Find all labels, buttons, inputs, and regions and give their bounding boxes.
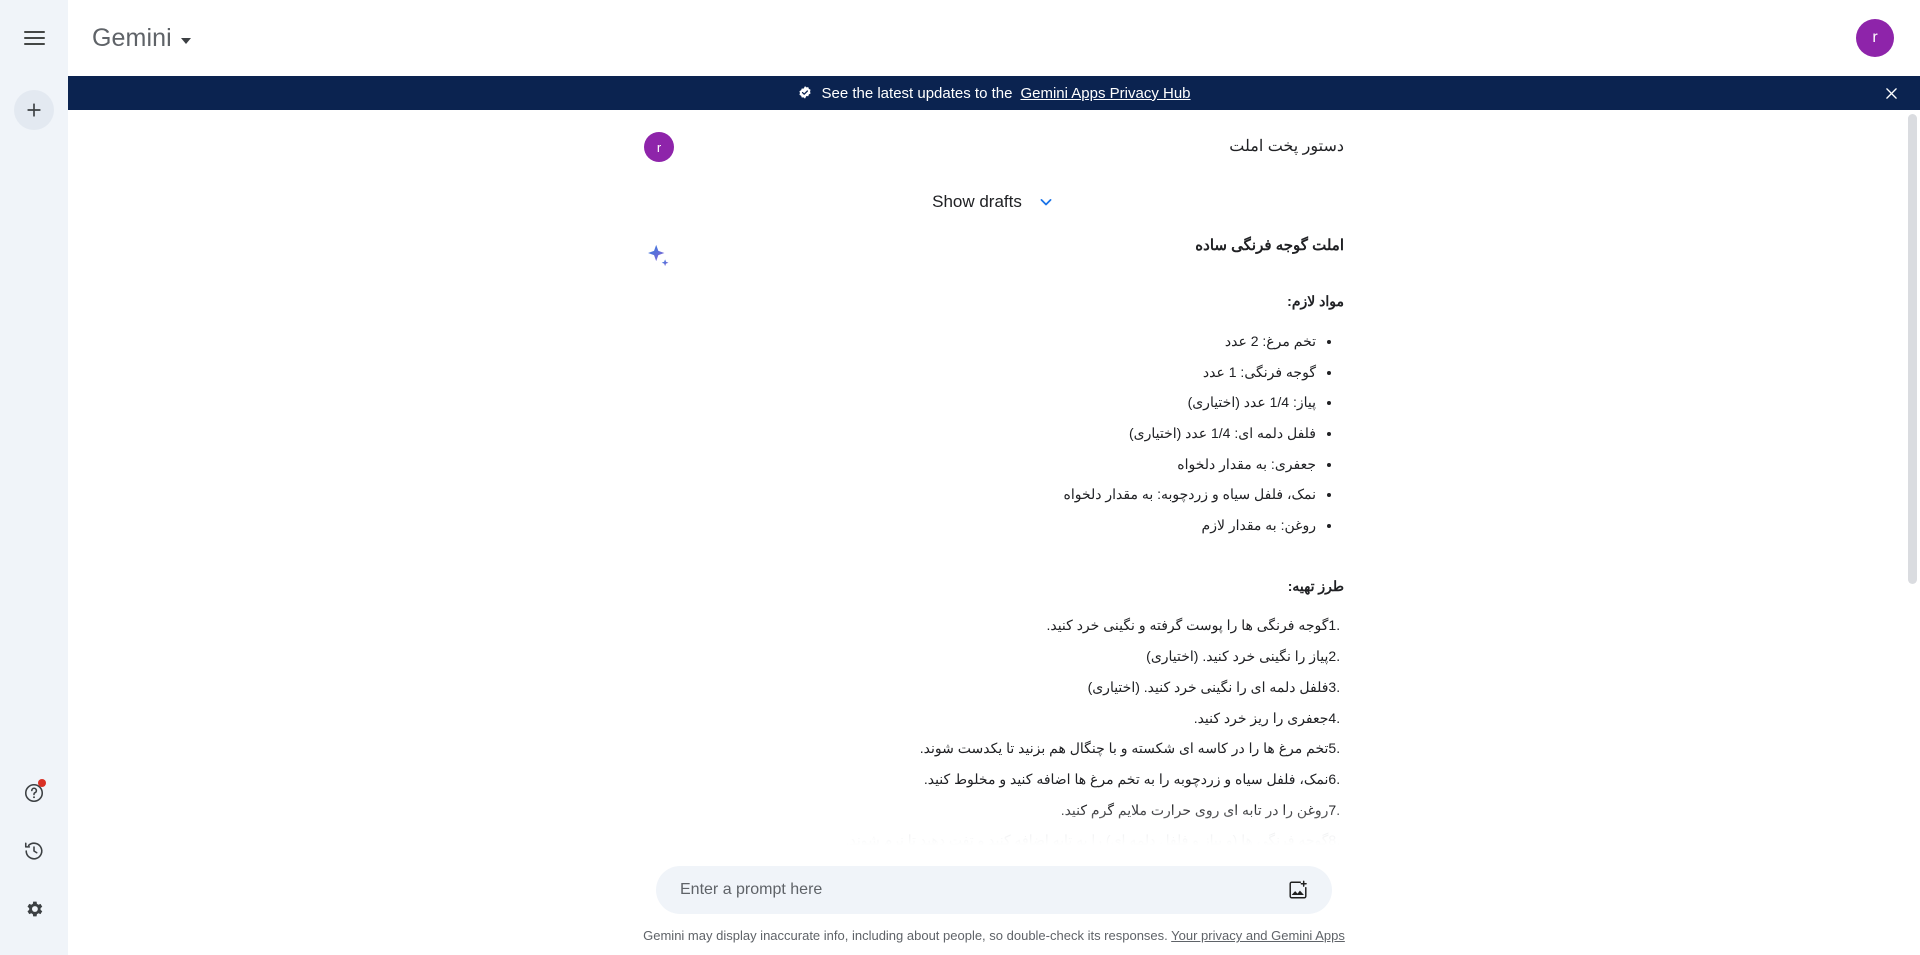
list-item: فلفل دلمه ای: 1/4 عدد (اختیاری): [708, 423, 1316, 445]
list-item: نمک، فلفل سیاه و زردچوبه را به تخم مرغ ه…: [923, 770, 1329, 787]
help-button[interactable]: [12, 771, 56, 815]
method-steps-list: گوجه فرنگی ها را پوست گرفته و نگینی خرد …: [708, 615, 1344, 852]
new-chat-button[interactable]: [14, 90, 54, 130]
banner-close-button[interactable]: [1878, 80, 1904, 106]
privacy-apps-link[interactable]: Your privacy and Gemini Apps: [1171, 928, 1345, 943]
history-clock-icon: [24, 842, 43, 860]
method-heading: طرز تهیه:: [1287, 577, 1344, 594]
scrollbar-thumb[interactable]: [1908, 114, 1917, 584]
body-row: See the latest updates to the Gemini App…: [0, 76, 1920, 955]
gemini-sparkle-icon: [644, 234, 674, 277]
list-item: گوجه فرنگی ها (و پیاز و فلفل دلمه ای) را…: [845, 832, 1329, 849]
user-avatar: r: [644, 132, 674, 162]
prompt-composer[interactable]: [656, 866, 1332, 914]
disclaimer-text: Gemini may display inaccurate info, incl…: [643, 928, 1168, 943]
show-drafts-button[interactable]: Show drafts: [932, 192, 1056, 212]
activity-history-button[interactable]: [12, 829, 56, 873]
main-menu-button[interactable]: [0, 0, 68, 76]
conversation-thread: r دستور پخت املت Show drafts املت گوجه ف…: [644, 132, 1344, 860]
model-answer: املت گوجه فرنگی ساده مواد لازم: تخم مرغ:…: [708, 234, 1344, 860]
list-item: تخم مرغ ها را در کاسه ای شکسته و با چنگا…: [919, 740, 1329, 757]
hamburger-menu-icon: [23, 31, 45, 45]
verified-check-badge-icon: [799, 86, 812, 99]
list-item: روغن را در تابه ای روی حرارت ملایم گرم ک…: [1060, 801, 1329, 818]
ingredients-heading: مواد لازم:: [1287, 293, 1344, 310]
ingredients-list: تخم مرغ: 2 عدد گوجه فرنگی: 1 عدد پیاز: 1…: [708, 331, 1316, 537]
add-image-button[interactable]: [1284, 876, 1312, 904]
list-item: فلفل دلمه ای را نگینی خرد کنید. (اختیاری…: [1087, 678, 1329, 695]
list-item: پیاز: 1/4 عدد (اختیاری): [708, 392, 1316, 414]
list-item: گوجه فرنگی ها را پوست گرفته و نگینی خرد …: [1046, 617, 1329, 634]
gear-icon: [27, 901, 43, 917]
drafts-row: Show drafts: [644, 192, 1344, 212]
disclaimer: Gemini may display inaccurate info, incl…: [68, 928, 1920, 943]
list-item: نمک، فلفل سیاه و زردچوبه: به مقدار دلخوا…: [708, 484, 1316, 506]
list-item: روغن: به مقدار لازم: [708, 515, 1316, 537]
caret-down-icon: [180, 37, 191, 44]
privacy-banner: See the latest updates to the Gemini App…: [68, 76, 1920, 110]
list-item: گوجه فرنگی: 1 عدد: [708, 362, 1316, 384]
list-item: جعفری را ریز خرد کنید.: [1193, 709, 1329, 726]
close-x-icon: [1885, 87, 1897, 99]
brand-name: Gemini: [92, 23, 172, 52]
conversation: r دستور پخت املت Show drafts املت گوجه ف…: [68, 110, 1920, 860]
answer-title: املت گوجه فرنگی ساده: [1195, 237, 1344, 254]
chevron-down-icon: [1036, 192, 1056, 212]
prompt-input[interactable]: [680, 881, 1284, 899]
user-turn: r دستور پخت املت: [644, 132, 1344, 162]
add-image-icon: [1289, 880, 1307, 899]
notification-dot: [38, 779, 46, 787]
composer-area: Gemini may display inaccurate info, incl…: [68, 860, 1920, 955]
top-bar: Gemini r: [0, 0, 1920, 76]
plus-icon: [27, 103, 41, 117]
vertical-scrollbar[interactable]: [1905, 110, 1920, 955]
list-item: جعفری: به مقدار دلخواه: [708, 454, 1316, 476]
privacy-banner-text: See the latest updates to the: [821, 84, 1013, 102]
account-avatar[interactable]: r: [1856, 19, 1894, 57]
left-rail: [0, 76, 68, 955]
user-prompt-text: دستور پخت املت: [1229, 138, 1344, 155]
settings-button[interactable]: [12, 887, 56, 931]
show-drafts-label: Show drafts: [932, 192, 1022, 211]
privacy-banner-content: See the latest updates to the Gemini App…: [797, 84, 1191, 102]
brand-model-selector[interactable]: Gemini: [92, 24, 191, 53]
model-turn: املت گوجه فرنگی ساده مواد لازم: تخم مرغ:…: [644, 234, 1344, 860]
list-item: پیاز را نگینی خرد کنید. (اختیاری): [1146, 648, 1329, 665]
conversation-scroll-region[interactable]: r دستور پخت املت Show drafts املت گوجه ف…: [68, 110, 1920, 860]
privacy-hub-link[interactable]: Gemini Apps Privacy Hub: [1020, 85, 1190, 102]
main-content: See the latest updates to the Gemini App…: [68, 76, 1920, 955]
list-item: تخم مرغ: 2 عدد: [708, 331, 1316, 353]
